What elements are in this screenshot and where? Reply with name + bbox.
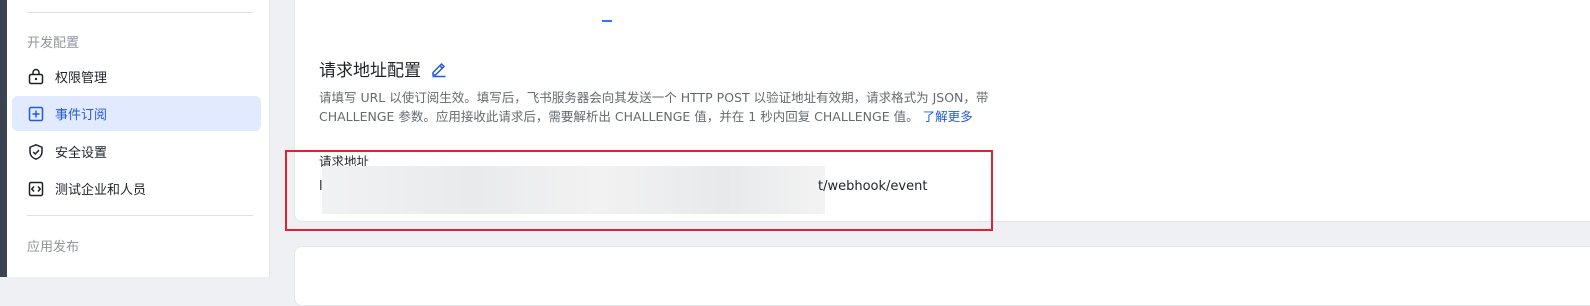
section-description: 请填写 URL 以使订阅生效。填写后，飞书服务器会向其发送一个 HTTP POS… xyxy=(319,88,1059,126)
window-edge xyxy=(0,0,7,277)
sidebar-item-permissions[interactable]: 权限管理 xyxy=(12,59,261,94)
sidebar-group-title: 应用发布 xyxy=(27,240,80,255)
sidebar: 开发配置 权限管理 事件订阅 安全设置 测试企业和人员 应用发布 xyxy=(7,0,270,277)
sidebar-item-event-subscription[interactable]: 事件订阅 xyxy=(12,96,261,131)
sidebar-item-label: 权限管理 xyxy=(55,71,108,86)
section-title: 请求地址配置 xyxy=(319,56,448,81)
sidebar-item-test-tenants[interactable]: 测试企业和人员 xyxy=(12,171,261,206)
code-brackets-icon xyxy=(27,180,45,198)
sidebar-item-label: 事件订阅 xyxy=(55,108,108,123)
description-text: 请填写 URL 以使订阅生效。填写后，飞书服务器会向其发送一个 HTTP POS… xyxy=(319,90,989,124)
sidebar-item-security[interactable]: 安全设置 xyxy=(12,134,261,169)
next-card xyxy=(294,246,1590,306)
sidebar-group-title: 开发配置 xyxy=(27,36,80,51)
learn-more-link[interactable]: 了解更多 xyxy=(923,109,973,124)
sidebar-divider xyxy=(27,215,253,216)
partial-icon xyxy=(602,20,612,22)
main-content: 请求地址配置 请填写 URL 以使订阅生效。填写后，飞书服务器会向其发送一个 H… xyxy=(270,0,1590,306)
shield-check-icon xyxy=(27,143,45,161)
section-title-text: 请求地址配置 xyxy=(319,61,421,81)
sidebar-divider xyxy=(27,12,253,13)
highlight-box xyxy=(285,150,993,231)
event-subscription-icon xyxy=(27,105,45,123)
lock-icon xyxy=(27,68,45,86)
sidebar-item-label: 测试企业和人员 xyxy=(55,183,147,198)
sidebar-item-label: 安全设置 xyxy=(55,146,108,161)
pencil-edit-icon[interactable] xyxy=(430,60,448,78)
